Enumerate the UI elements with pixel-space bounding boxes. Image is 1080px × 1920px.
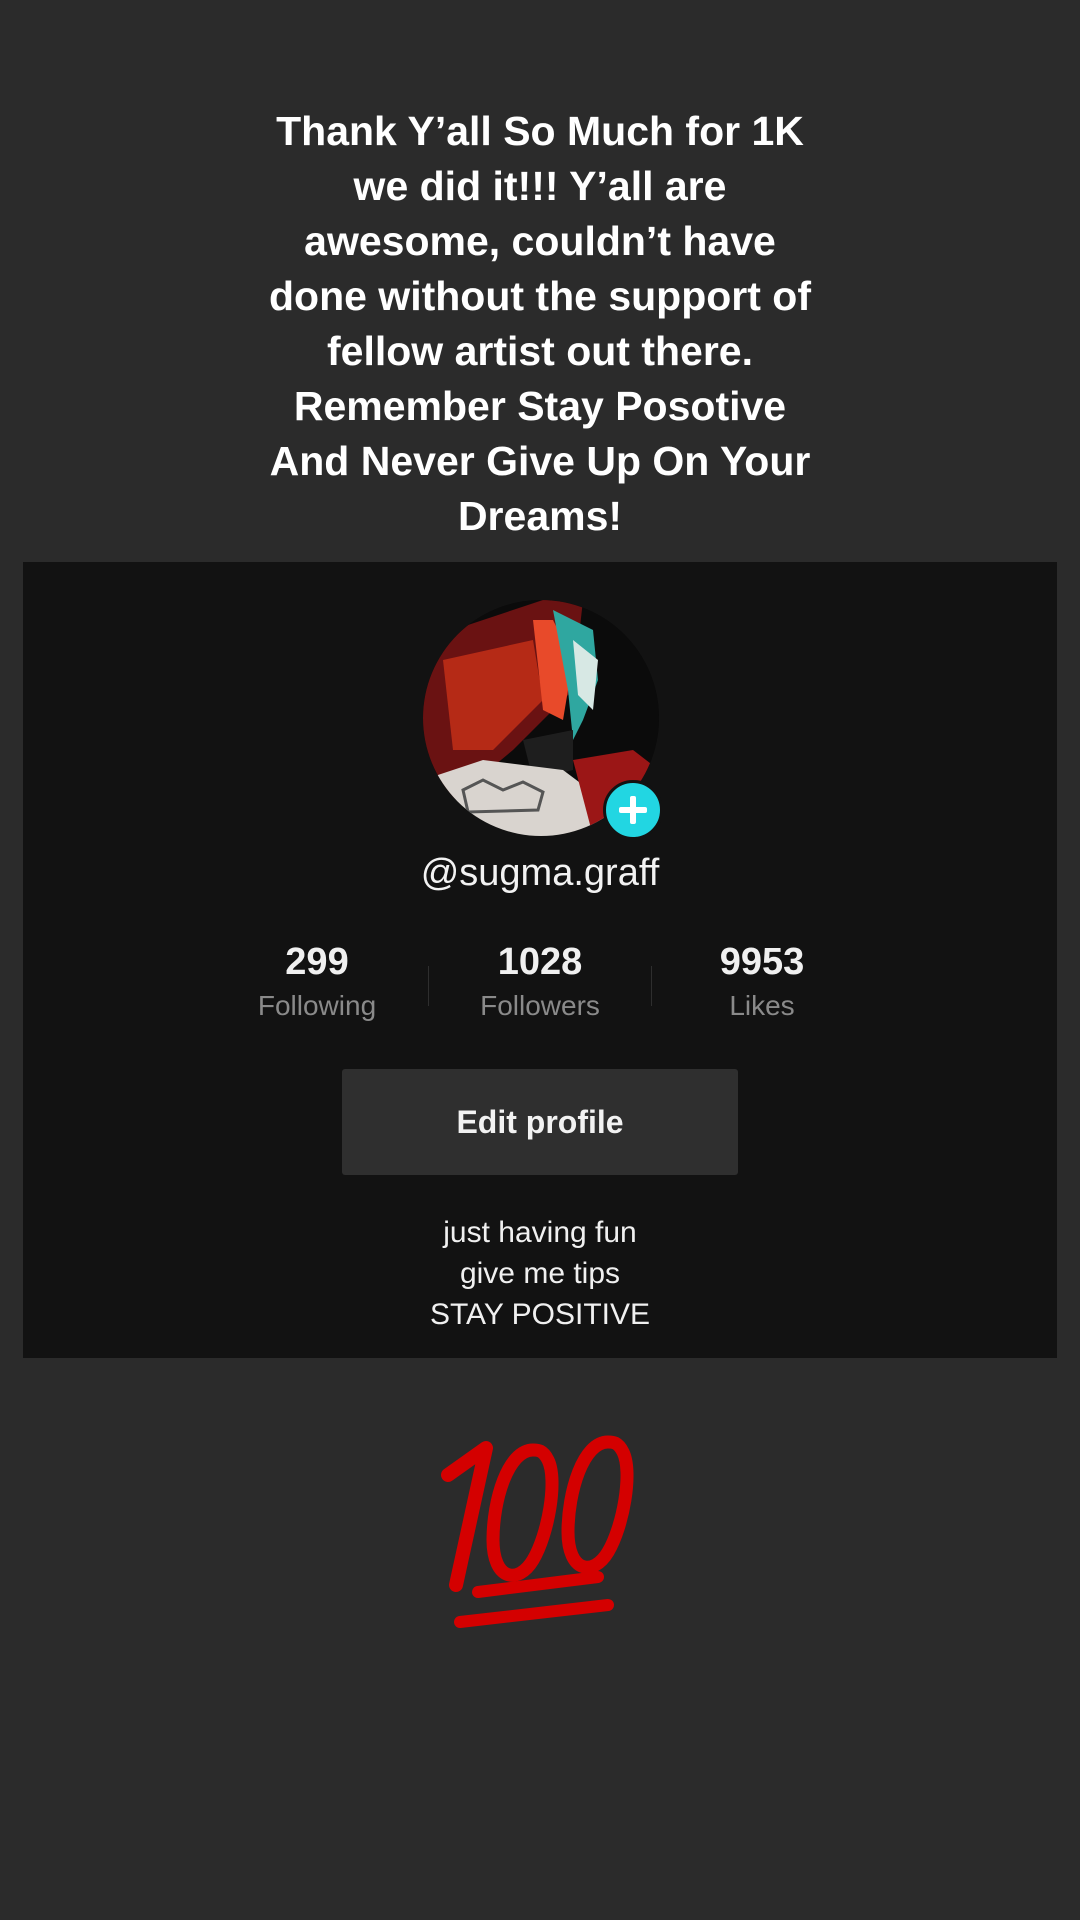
caption-line: Remember Stay Posotive bbox=[293, 383, 787, 429]
caption-line: And Never Give Up On Your bbox=[269, 438, 811, 484]
likes-label: Likes bbox=[729, 990, 795, 1021]
stat-likes[interactable]: 9953 Likes bbox=[652, 940, 872, 1024]
username: @sugma.graff bbox=[420, 852, 660, 894]
stat-divider bbox=[428, 966, 429, 1006]
caption-line: we did it!!! Y’all are bbox=[353, 163, 727, 209]
screen: Thank Y’all So Much for 1K we did it!!! … bbox=[0, 0, 1080, 1920]
bio-line: just having fun bbox=[443, 1216, 637, 1249]
profile-card: @sugma.graff 299 Following 1028 Follower… bbox=[23, 562, 1057, 1358]
plus-icon bbox=[619, 796, 647, 824]
bio-line: STAY POSITIVE bbox=[429, 1298, 651, 1331]
bio: just having fun give me tips STAY POSITI… bbox=[23, 1212, 1057, 1335]
following-label: Following bbox=[257, 990, 377, 1021]
bio-line: give me tips bbox=[459, 1257, 621, 1290]
followers-label: Followers bbox=[480, 990, 600, 1021]
hundred-points-icon bbox=[438, 1420, 648, 1640]
caption-line: done without the support of bbox=[268, 273, 811, 319]
caption-line: awesome, couldn’t have bbox=[304, 218, 776, 264]
caption-text: Thank Y’all So Much for 1K we did it!!! … bbox=[0, 104, 1080, 544]
avatar-container[interactable] bbox=[423, 600, 663, 840]
likes-count: 9953 bbox=[719, 941, 805, 983]
add-profile-photo-button[interactable] bbox=[603, 780, 663, 840]
edit-profile-button[interactable]: Edit profile bbox=[342, 1069, 738, 1175]
followers-count: 1028 bbox=[497, 941, 583, 983]
stat-following[interactable]: 299 Following bbox=[207, 940, 427, 1024]
caption-line: fellow artist out there. bbox=[327, 328, 753, 374]
profile-stats: 299 Following 1028 Followers 9953 Likes bbox=[23, 940, 1057, 1030]
following-count: 299 bbox=[285, 941, 349, 983]
caption-line: Thank Y’all So Much for 1K bbox=[276, 108, 804, 154]
caption-line: Dreams! bbox=[457, 493, 623, 539]
stat-followers[interactable]: 1028 Followers bbox=[430, 940, 650, 1024]
